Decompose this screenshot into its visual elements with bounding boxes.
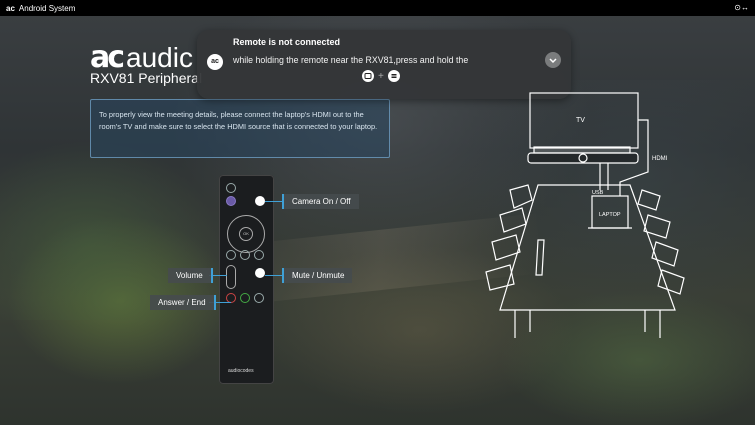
camera-callout-line (265, 201, 283, 202)
statusbar-app-logo: ac (6, 3, 15, 13)
chevron-down-icon[interactable] (545, 52, 561, 68)
answer-callout: Answer / End (150, 295, 216, 310)
notification-title: Remote is not connected (233, 37, 341, 47)
volume-callout: Volume (168, 268, 213, 283)
cast-icon[interactable]: ⊙↔ (734, 3, 749, 12)
hdmi-label: HDMI (652, 156, 668, 162)
camera-button-icon (255, 196, 265, 206)
back-button-icon (226, 250, 236, 260)
brand-logo-word: audic (126, 41, 193, 73)
tv-label: TV (576, 117, 585, 124)
background-foliage (0, 140, 220, 320)
room-setup-diagram: TV HDMI USB LAPTOP (485, 92, 685, 338)
remote-menu-button-icon (387, 70, 400, 82)
mute-callout-line (265, 275, 283, 276)
screen: ac Android System ⊙↔ ac audic RXV81 Peri… (0, 0, 755, 425)
table-outline (499, 184, 676, 311)
remote-control-illustration: OK audiocodes (219, 175, 274, 384)
bluetooth-button-icon (226, 196, 236, 206)
menu-button-icon (254, 250, 264, 260)
ok-button: OK (239, 227, 253, 241)
notification-card[interactable]: ac Remote is not connected while holding… (197, 30, 571, 99)
laptop-label: LAPTOP (599, 212, 621, 218)
speaker-button-icon (254, 293, 264, 303)
camera-callout: Camera On / Off (282, 194, 359, 209)
device-subtitle: RXV81 Peripheral (90, 70, 203, 86)
remote-logo: audiocodes (228, 368, 254, 374)
power-button-icon (226, 183, 236, 193)
plus-sign: + (378, 70, 384, 82)
volume-rocker-icon (226, 265, 236, 289)
info-text: To properly view the meeting details, pl… (99, 110, 378, 131)
status-bar: ac Android System ⊙↔ (0, 0, 755, 16)
info-box: To properly view the meeting details, pl… (90, 99, 390, 158)
home-button-icon (240, 250, 250, 260)
usb-label: USB (592, 190, 604, 196)
answer-call-button-icon (240, 293, 250, 303)
dpad-icon: OK (227, 215, 265, 253)
notification-app-icon: ac (207, 54, 223, 70)
mute-button-icon (255, 268, 265, 278)
remote-home-button-icon (362, 70, 374, 82)
mute-callout: Mute / Unmute (282, 268, 353, 283)
notification-button-hint: + (362, 70, 400, 82)
statusbar-app-name: Android System (18, 3, 76, 13)
notification-body: while holding the remote near the RXV81,… (233, 55, 469, 65)
